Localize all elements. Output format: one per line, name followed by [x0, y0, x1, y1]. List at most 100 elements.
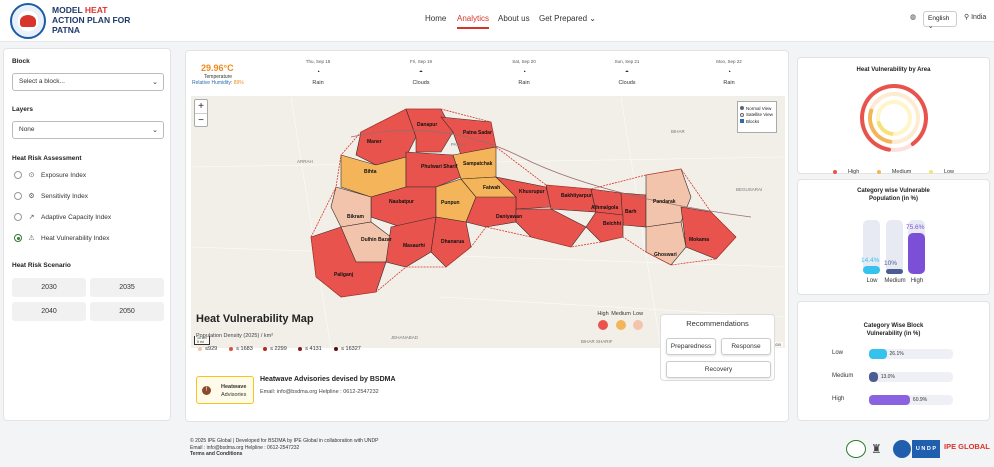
- map-label: Daniyawan: [496, 214, 523, 220]
- block-bar-fill: [869, 372, 878, 382]
- ipe-global-logo: IPE GLOBAL: [944, 442, 990, 451]
- block-east-unnamed[interactable]: [515, 208, 587, 248]
- current-temperature: 29.96°C: [201, 63, 234, 73]
- block-bar-value: 13.0%: [880, 374, 895, 380]
- block-bar-label: Medium: [832, 373, 854, 379]
- density-class: ≤ 4131: [298, 346, 322, 352]
- population-card: Category wise Vulnerable Population (in %…: [797, 179, 990, 295]
- block-label: Block: [12, 58, 30, 65]
- chevron-down-icon: ⌄: [152, 127, 158, 134]
- block-bar-high: 60.9%: [869, 395, 953, 405]
- population-density-label: Population Density (2025) / km²: [196, 333, 274, 339]
- map-label: Sampatchak: [463, 161, 493, 167]
- zoom-in-button[interactable]: +: [195, 100, 207, 114]
- location-pin-icon: ⚲: [964, 14, 970, 21]
- language-select[interactable]: English ⌄: [923, 11, 957, 30]
- map-label: Patna Sadar: [463, 130, 492, 136]
- rain-icon: ◔: [521, 69, 527, 76]
- population-card-title: Category wise Vulnerable Population (in %…: [857, 188, 930, 202]
- block-mokama[interactable]: [680, 206, 737, 260]
- layer-normal-view[interactable]: Normal View: [740, 106, 774, 111]
- recovery-button[interactable]: Recovery: [666, 361, 771, 378]
- year-2030-button[interactable]: 2030: [12, 278, 86, 297]
- humidity: Relative Humidity: 89%: [192, 80, 244, 86]
- preparedness-button[interactable]: Preparedness: [666, 338, 716, 355]
- map-label: Paliganj: [334, 272, 354, 278]
- nav-get-prepared[interactable]: Get Prepared ⌄: [539, 14, 596, 23]
- bsdma-logo[interactable]: [10, 3, 46, 39]
- density-class: ≤ 2299: [263, 346, 287, 352]
- map-label: Dhanarua: [441, 239, 465, 245]
- alert-icon: !: [202, 386, 211, 395]
- arc-low: [876, 120, 894, 136]
- terms-link[interactable]: Terms and Conditions: [190, 451, 378, 458]
- zoom-out-button[interactable]: −: [195, 114, 207, 128]
- block-bar-value: 26.1%: [889, 351, 904, 357]
- map-label: Phulwari Sharif: [421, 164, 458, 170]
- legend-low: Low: [925, 169, 958, 175]
- response-button[interactable]: Response: [721, 338, 771, 355]
- area-card: Heat Vulnerability by Area High Medium L…: [797, 57, 990, 176]
- map-label: Punpun: [441, 200, 460, 206]
- density-class: ≤ 1683: [229, 346, 253, 352]
- recommendations-title: Recommendations: [686, 319, 749, 328]
- population-bar-value: 75.6%: [906, 224, 925, 232]
- block-card: Category Wise Block Vulnerability (in %) …: [797, 301, 990, 421]
- map-label: Bakhtiyarpur: [561, 193, 592, 199]
- map-label: Masaurhi: [403, 243, 425, 249]
- block-bar-label: High: [832, 396, 845, 402]
- rain-icon: ◔: [726, 69, 732, 76]
- block-belchhi[interactable]: [585, 211, 624, 243]
- radio-adaptive-capacity-index[interactable]: ↗ Adaptive Capacity Index: [14, 213, 111, 221]
- population-bar-label: High: [910, 278, 924, 284]
- layer-blocks-checkbox[interactable]: Blocks: [740, 119, 774, 124]
- density-class: ≤ 16327: [334, 346, 361, 352]
- place-label: BEGUSARAI: [736, 187, 763, 192]
- block-bar-low: 26.1%: [869, 349, 953, 359]
- bsdma-footer-logo: [846, 440, 866, 458]
- cloud-icon: ◓: [418, 69, 424, 76]
- block-select[interactable]: Select a block... ⌄: [12, 73, 164, 91]
- layers-select[interactable]: None ⌄: [12, 121, 164, 139]
- block-ghoswari[interactable]: [645, 221, 687, 266]
- block-bar-label: Low: [832, 350, 844, 356]
- block-bar-value: 60.9%: [912, 397, 928, 403]
- map-label: Maner: [367, 139, 382, 145]
- map-zoom-control: + −: [194, 99, 208, 127]
- population-bar-value: 10%: [884, 259, 898, 267]
- country-selector[interactable]: ⚲ India: [964, 13, 986, 21]
- forecast-day: Fri, Sep 19 ◓ Clouds: [391, 59, 451, 86]
- layer-satellite-view[interactable]: Satellite View: [740, 112, 774, 117]
- forecast-day: Sat, Sep 20 ◔ Rain: [494, 59, 554, 86]
- chevron-down-icon: ⌄: [152, 79, 158, 86]
- legend-medium: Medium: [873, 169, 916, 175]
- map-label: Pandarak: [653, 199, 676, 205]
- map-label: Mokama: [689, 237, 710, 243]
- radio-sensitivity-index[interactable]: ⚙ Sensitivity Index: [14, 192, 88, 200]
- map-label: Athmalgola: [591, 205, 619, 211]
- heatwave-advisories-button[interactable]: ! Heatwave Advisories: [196, 376, 254, 404]
- population-bar-fill: [886, 268, 903, 274]
- gear-icon: ⚙: [28, 193, 35, 200]
- top-header: MODEL HEAT ACTION PLAN FOR PATNA Home An…: [0, 0, 994, 42]
- map-label: Barh: [625, 209, 637, 215]
- vulnerability-map[interactable]: + − Normal View Satellite View Blocks Ma…: [191, 96, 785, 348]
- year-2040-button[interactable]: 2040: [12, 302, 86, 321]
- nav-analytics[interactable]: Analytics: [457, 14, 490, 29]
- year-2050-button[interactable]: 2050: [90, 302, 164, 321]
- main-panel: 29.96°C Temperature Relative Humidity: 8…: [185, 50, 789, 422]
- year-2035-button[interactable]: 2035: [90, 278, 164, 297]
- block-athmalgola[interactable]: [590, 188, 624, 216]
- place-label: ARRAH: [297, 159, 313, 164]
- nav-home[interactable]: Home: [425, 14, 446, 23]
- area-legend: High Medium Low: [798, 169, 989, 176]
- population-bar-low: [863, 220, 880, 274]
- map-layer-control: Normal View Satellite View Blocks: [737, 101, 777, 133]
- block-bar-medium: 13.0%: [869, 372, 953, 382]
- nav-about-us[interactable]: About us: [498, 14, 530, 23]
- map-label: Fatwah: [483, 185, 501, 191]
- radio-exposure-index[interactable]: ⊙ Exposure Index: [14, 171, 86, 179]
- radio-heat-vulnerability-index[interactable]: ⚠ Heat Vulnerability Index: [14, 234, 109, 242]
- un-logo: [893, 440, 911, 458]
- app-logo-text[interactable]: MODEL HEAT ACTION PLAN FOR PATNA: [52, 5, 130, 35]
